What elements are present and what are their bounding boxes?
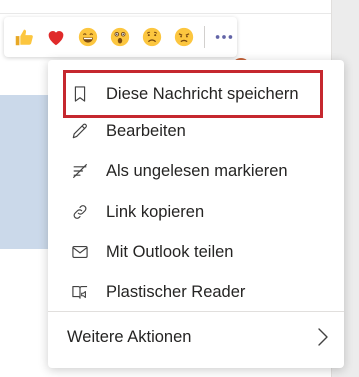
divider [0,13,331,14]
reaction-surprised[interactable] [106,23,134,51]
laughing-face-icon [78,27,98,47]
menu-item-share-outlook[interactable]: Mit Outlook teilen [48,232,344,272]
reaction-sad[interactable] [138,23,166,51]
reaction-angry[interactable] [170,23,198,51]
reaction-heart[interactable] [42,23,70,51]
surprised-face-icon [110,27,130,47]
reaction-thumbs-up[interactable] [10,23,38,51]
immersive-reader-icon [68,280,92,304]
menu-item-label: Mit Outlook teilen [106,243,234,261]
link-icon [68,200,92,224]
menu-item-save-message[interactable]: Diese Nachricht speichern [48,74,344,114]
menu-item-label: Link kopieren [106,203,205,221]
more-options-icon [215,35,233,39]
bookmark-icon [68,82,92,106]
menu-item-label: Als ungelesen markieren [106,162,288,180]
mark-unread-icon [68,159,92,183]
menu-item-immersive-reader[interactable]: Plastischer Reader [48,272,344,312]
message-context-menu: Diese Nachricht speichern Bearbeiten Als… [48,60,344,368]
menu-item-mark-unread[interactable]: Als ungelesen markieren [48,151,344,191]
menu-item-edit[interactable]: Bearbeiten [48,111,344,151]
menu-item-more-actions[interactable]: Weitere Aktionen [48,315,344,359]
reaction-bar [4,17,237,57]
menu-separator [48,311,344,312]
menu-item-copy-link[interactable]: Link kopieren [48,192,344,232]
angry-face-icon [174,27,194,47]
sad-face-icon [142,27,162,47]
more-options-button[interactable] [211,23,237,51]
menu-item-label: Weitere Aktionen [67,328,192,346]
chevron-right-icon [318,328,328,346]
mail-icon [68,240,92,264]
reaction-separator [204,26,205,48]
menu-item-label: Bearbeiten [106,122,186,140]
menu-item-label: Plastischer Reader [106,283,246,301]
pencil-icon [68,119,92,143]
thumbs-up-icon [15,29,33,46]
menu-item-label: Diese Nachricht speichern [106,85,299,103]
heart-icon [48,31,64,46]
reaction-laugh[interactable] [74,23,102,51]
